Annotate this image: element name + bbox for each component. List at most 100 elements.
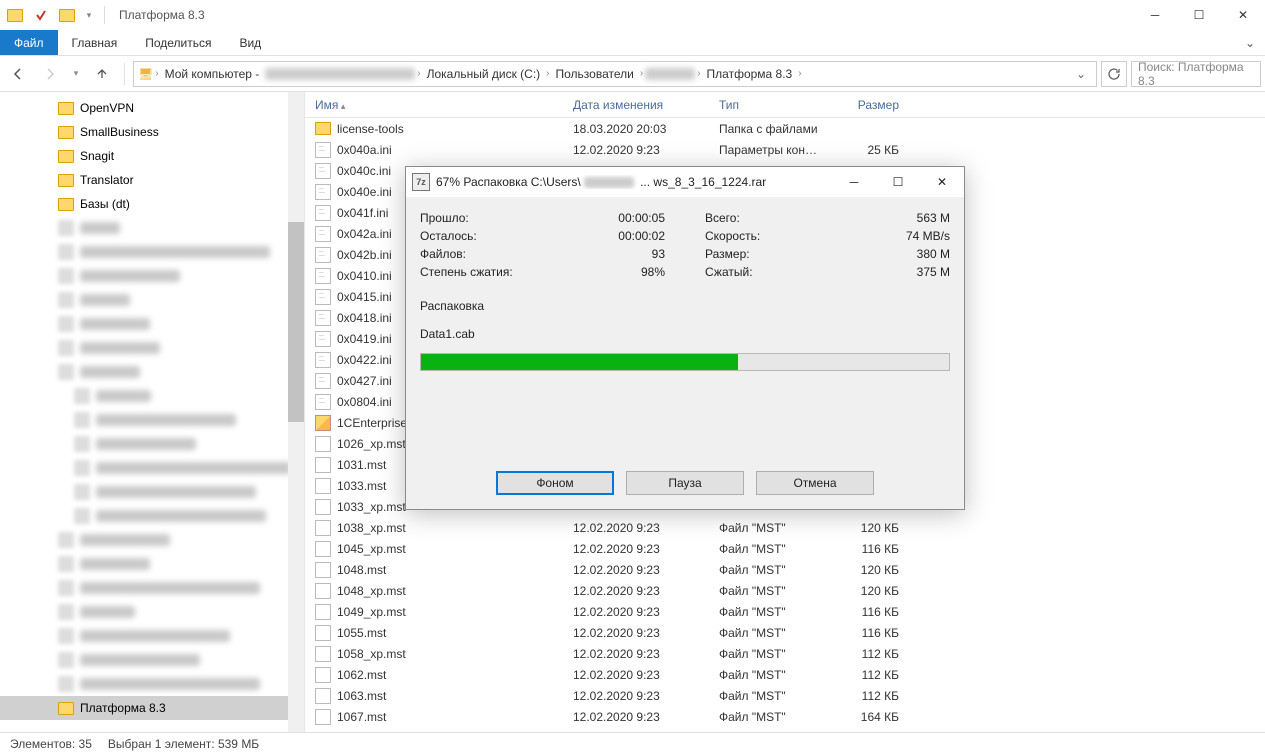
nav-forward-button[interactable] <box>36 60 64 88</box>
col-size[interactable]: Размер <box>829 98 909 112</box>
file-icon <box>315 122 331 135</box>
tree-item-blurred[interactable] <box>0 624 304 648</box>
file-icon <box>315 667 331 683</box>
tree-item-blurred[interactable] <box>0 648 304 672</box>
tree-item-blurred[interactable] <box>0 456 304 480</box>
nav-toolbar: ▾ 🖥 › Мой компьютер - › Локальный диск (… <box>0 56 1265 92</box>
qat-properties-icon[interactable] <box>30 4 52 26</box>
ribbon-expand-icon[interactable]: ⌄ <box>1235 30 1265 55</box>
breadcrumb-users[interactable]: Пользователи <box>552 67 638 81</box>
tree-item-blurred[interactable] <box>0 288 304 312</box>
col-type[interactable]: Тип <box>709 98 829 112</box>
tree-item[interactable]: SmallBusiness <box>0 120 304 144</box>
file-size: 116 КБ <box>829 542 909 556</box>
tree-item-blurred[interactable] <box>0 672 304 696</box>
file-row[interactable]: 1058_xp.mst12.02.2020 9:23Файл "MST"112 … <box>305 643 1265 664</box>
file-row[interactable]: 1038_xp.mst12.02.2020 9:23Файл "MST"120 … <box>305 517 1265 538</box>
col-name[interactable]: Имя <box>305 98 563 112</box>
folder-icon <box>58 198 74 211</box>
file-row[interactable]: 1049_xp.mst12.02.2020 9:23Файл "MST"116 … <box>305 601 1265 622</box>
pause-button[interactable]: Пауза <box>626 471 744 495</box>
file-date: 12.02.2020 9:23 <box>563 605 709 619</box>
file-row[interactable]: license-tools18.03.2020 20:03Папка с фай… <box>305 118 1265 139</box>
close-button[interactable]: ✕ <box>1221 0 1265 30</box>
ribbon-tab-view[interactable]: Вид <box>225 30 275 55</box>
tree-item-blurred[interactable] <box>0 264 304 288</box>
file-row[interactable]: 1055.mst12.02.2020 9:23Файл "MST"116 КБ <box>305 622 1265 643</box>
file-size: 116 КБ <box>829 605 909 619</box>
tree-item-blurred[interactable] <box>0 528 304 552</box>
tree-item-selected[interactable]: Платформа 8.3 <box>0 696 304 720</box>
file-type: Параметры конф... <box>709 143 829 157</box>
dialog-maximize-button[interactable]: ☐ <box>876 167 920 197</box>
file-name: 0x040a.ini <box>337 143 392 157</box>
minimize-button[interactable]: ─ <box>1133 0 1177 30</box>
tree-item-blurred[interactable] <box>0 432 304 456</box>
file-row[interactable]: 1045_xp.mst12.02.2020 9:23Файл "MST"116 … <box>305 538 1265 559</box>
file-name: 1026_xp.mst <box>337 437 406 451</box>
breadcrumb-pc[interactable]: Мой компьютер - <box>161 67 264 81</box>
tree-item-blurred[interactable] <box>0 384 304 408</box>
file-row[interactable]: 1063.mst12.02.2020 9:23Файл "MST"112 КБ <box>305 685 1265 706</box>
tree-item-blurred[interactable] <box>0 408 304 432</box>
tree-label: Платформа 8.3 <box>80 701 166 715</box>
file-row[interactable]: 1067.mst12.02.2020 9:23Файл "MST"164 КБ <box>305 706 1265 727</box>
value-total: 563 M <box>917 211 950 225</box>
ribbon-tab-home[interactable]: Главная <box>58 30 132 55</box>
file-icon <box>315 268 331 284</box>
file-name: 1033_xp.mst <box>337 500 406 514</box>
search-input[interactable]: Поиск: Платформа 8.3 <box>1131 61 1261 87</box>
tree-scrollbar[interactable] <box>288 92 304 732</box>
breadcrumb-last[interactable]: Платформа 8.3 <box>703 67 797 81</box>
tree-item-blurred[interactable] <box>0 600 304 624</box>
cancel-button[interactable]: Отмена <box>756 471 874 495</box>
col-date[interactable]: Дата изменения <box>563 98 709 112</box>
file-row[interactable]: 0x040a.ini12.02.2020 9:23Параметры конф.… <box>305 139 1265 160</box>
tree-item-blurred[interactable] <box>0 336 304 360</box>
file-icon <box>315 499 331 515</box>
tree-item[interactable]: OpenVPN <box>0 96 304 120</box>
qat-dropdown-icon[interactable]: ▾ <box>82 4 96 26</box>
nav-tree[interactable]: OpenVPNSmallBusinessSnagitTranslatorБазы… <box>0 92 305 732</box>
tree-item-blurred[interactable] <box>0 552 304 576</box>
tree-item-blurred[interactable] <box>0 576 304 600</box>
progress-fill <box>421 354 738 370</box>
file-size: 112 КБ <box>829 668 909 682</box>
dialog-close-button[interactable]: ✕ <box>920 167 964 197</box>
tree-item-blurred[interactable] <box>0 360 304 384</box>
breadcrumb-c[interactable]: Локальный диск (C:) <box>423 67 545 81</box>
file-size: 120 КБ <box>829 521 909 535</box>
label-files: Файлов: <box>420 247 652 261</box>
nav-up-button[interactable] <box>88 60 116 88</box>
file-icon <box>315 457 331 473</box>
tree-item-blurred[interactable] <box>0 504 304 528</box>
file-row[interactable]: 1048.mst12.02.2020 9:23Файл "MST"120 КБ <box>305 559 1265 580</box>
nav-back-button[interactable] <box>4 60 32 88</box>
dialog-title: 67% Распаковка C:\Users\ ... ws_8_3_16_1… <box>436 175 832 189</box>
file-icon <box>315 331 331 347</box>
breadcrumb[interactable]: 🖥 › Мой компьютер - › Локальный диск (C:… <box>133 61 1097 87</box>
nav-history-dropdown[interactable]: ▾ <box>68 60 84 88</box>
tree-item[interactable]: Translator <box>0 168 304 192</box>
breadcrumb-dropdown-icon[interactable]: ⌄ <box>1070 67 1092 81</box>
file-date: 12.02.2020 9:23 <box>563 710 709 724</box>
breadcrumb-pc-icon[interactable]: 🖥 <box>138 67 153 81</box>
tree-item-blurred[interactable] <box>0 312 304 336</box>
breadcrumb-redacted-2 <box>645 68 695 80</box>
dialog-titlebar[interactable]: 7z 67% Распаковка C:\Users\ ... ws_8_3_1… <box>406 167 964 197</box>
refresh-button[interactable] <box>1101 61 1127 87</box>
tree-item-blurred[interactable] <box>0 480 304 504</box>
ribbon-tab-share[interactable]: Поделиться <box>131 30 225 55</box>
file-row[interactable]: 1048_xp.mst12.02.2020 9:23Файл "MST"120 … <box>305 580 1265 601</box>
tree-item[interactable]: Базы (dt) <box>0 192 304 216</box>
dialog-minimize-button[interactable]: ─ <box>832 167 876 197</box>
value-files: 93 <box>652 247 665 261</box>
tree-item-blurred[interactable] <box>0 216 304 240</box>
tree-item-blurred[interactable] <box>0 240 304 264</box>
background-button[interactable]: Фоном <box>496 471 614 495</box>
ribbon-tab-file[interactable]: Файл <box>0 30 58 55</box>
file-row[interactable]: 1062.mst12.02.2020 9:23Файл "MST"112 КБ <box>305 664 1265 685</box>
file-icon <box>315 373 331 389</box>
tree-item[interactable]: Snagit <box>0 144 304 168</box>
maximize-button[interactable]: ☐ <box>1177 0 1221 30</box>
